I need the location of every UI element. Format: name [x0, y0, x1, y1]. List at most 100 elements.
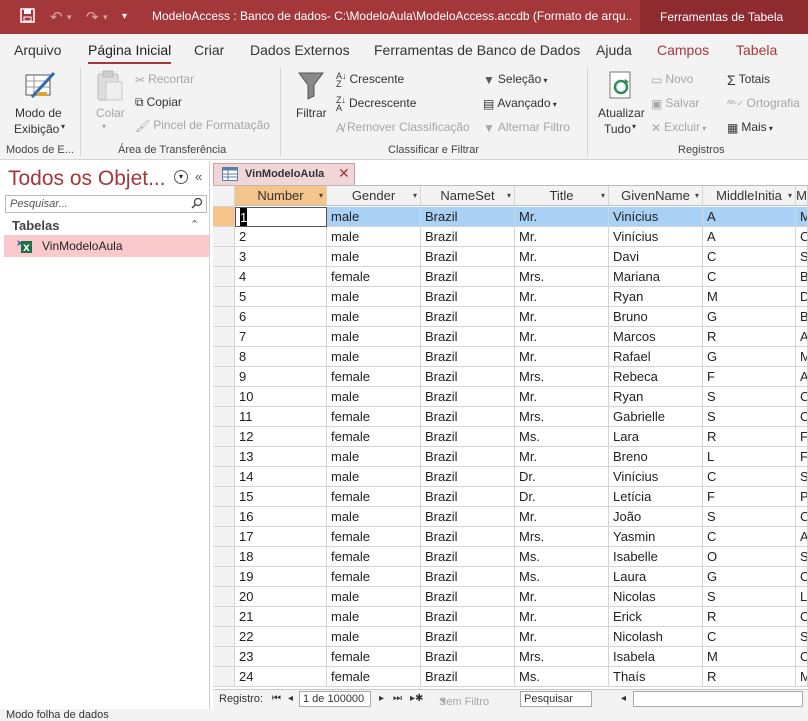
horizontal-scrollbar[interactable]: [633, 691, 803, 707]
nav-pane-menu-icon[interactable]: ▾: [174, 170, 188, 184]
table-cell[interactable]: 17: [235, 527, 327, 547]
table-cell[interactable]: 2: [235, 227, 327, 247]
delete-record-button[interactable]: ✕ Excluir ▾: [651, 120, 706, 135]
table-cell[interactable]: Marcos: [609, 327, 703, 347]
table-cell[interactable]: C: [703, 467, 796, 487]
table-cell[interactable]: Brazil: [421, 607, 515, 627]
table-cell[interactable]: C: [796, 507, 808, 527]
row-selector[interactable]: [213, 467, 235, 487]
table-cell[interactable]: Letícia: [609, 487, 703, 507]
table-cell[interactable]: 9: [235, 367, 327, 387]
table-cell[interactable]: C: [796, 647, 808, 667]
column-filter-dropdown-icon[interactable]: ▾: [695, 186, 699, 205]
table-cell[interactable]: S: [796, 547, 808, 567]
tab-ajuda[interactable]: Ajuda: [596, 42, 632, 58]
table-cell[interactable]: male: [327, 627, 421, 647]
refresh-all-label-2[interactable]: Tudo: [604, 122, 631, 136]
table-cell[interactable]: R: [703, 607, 796, 627]
table-cell[interactable]: male: [327, 247, 421, 267]
table-cell[interactable]: 7: [235, 327, 327, 347]
last-record-icon[interactable]: ⏭: [393, 693, 402, 704]
nav-pane-heading[interactable]: Todos os Objet...: [8, 167, 166, 191]
table-cell[interactable]: female: [327, 567, 421, 587]
table-cell[interactable]: 4: [235, 267, 327, 287]
table-cell[interactable]: male: [327, 447, 421, 467]
table-cell[interactable]: male: [327, 607, 421, 627]
table-cell[interactable]: female: [327, 527, 421, 547]
table-cell[interactable]: Brazil: [421, 427, 515, 447]
table-cell[interactable]: 11: [235, 407, 327, 427]
table-cell[interactable]: Mr.: [515, 327, 609, 347]
table-cell[interactable]: S: [703, 587, 796, 607]
toggle-filter-button[interactable]: ▼ Alternar Filtro: [483, 120, 570, 135]
paste-dropdown-icon[interactable]: ▾: [102, 122, 106, 131]
table-cell[interactable]: male: [327, 467, 421, 487]
copy-button[interactable]: ⧉ Copiar: [135, 95, 182, 110]
row-selector[interactable]: [213, 527, 235, 547]
table-cell[interactable]: Mr.: [515, 287, 609, 307]
table-cell[interactable]: Brazil: [421, 507, 515, 527]
row-selector[interactable]: [213, 287, 235, 307]
row-selector[interactable]: [213, 347, 235, 367]
table-cell[interactable]: F: [796, 427, 808, 447]
table-cell[interactable]: Brazil: [421, 487, 515, 507]
table-cell[interactable]: Mariana: [609, 267, 703, 287]
table-cell[interactable]: 22: [235, 627, 327, 647]
row-selector[interactable]: [213, 207, 235, 227]
table-cell[interactable]: Brazil: [421, 407, 515, 427]
table-cell[interactable]: P: [796, 487, 808, 507]
next-record-icon[interactable]: ▸: [379, 693, 384, 704]
table-cell[interactable]: A: [796, 327, 808, 347]
table-cell[interactable]: Ryan: [609, 387, 703, 407]
table-cell[interactable]: Brazil: [421, 307, 515, 327]
redo-icon[interactable]: ↷: [86, 8, 99, 26]
table-cell[interactable]: Mrs.: [515, 527, 609, 547]
table-cell[interactable]: male: [327, 307, 421, 327]
close-tab-icon[interactable]: ✕: [338, 165, 350, 182]
table-cell[interactable]: Brazil: [421, 367, 515, 387]
save-record-button[interactable]: ▣ Salvar: [651, 96, 699, 111]
table-cell[interactable]: R: [703, 427, 796, 447]
undo-dropdown-icon[interactable]: ▾: [67, 12, 72, 23]
table-cell[interactable]: Ryan: [609, 287, 703, 307]
table-cell[interactable]: Vinícius: [609, 467, 703, 487]
table-cell[interactable]: male: [327, 507, 421, 527]
new-record-button[interactable]: ▭ Novo: [651, 72, 693, 87]
table-cell[interactable]: Brazil: [421, 627, 515, 647]
refresh-dropdown-icon[interactable]: ▾: [632, 122, 636, 131]
table-cell[interactable]: Bruno: [609, 307, 703, 327]
table-cell[interactable]: Mr.: [515, 247, 609, 267]
view-mode-icon[interactable]: [24, 69, 56, 104]
table-cell[interactable]: Brazil: [421, 447, 515, 467]
advanced-button[interactable]: ▤ Avançado ▾: [483, 96, 557, 111]
sort-ascending-button[interactable]: A↓ Z Crescente: [336, 72, 404, 89]
tab-tabela[interactable]: Tabela: [736, 42, 777, 58]
record-position-field[interactable]: 1 de 100000: [299, 691, 371, 707]
table-cell[interactable]: male: [327, 227, 421, 247]
table-cell[interactable]: C: [796, 227, 808, 247]
table-cell[interactable]: Mr.: [515, 347, 609, 367]
table-cell[interactable]: Vinícius: [609, 227, 703, 247]
table-cell[interactable]: Gabrielle: [609, 407, 703, 427]
row-selector[interactable]: [213, 567, 235, 587]
table-cell[interactable]: Brazil: [421, 247, 515, 267]
table-cell[interactable]: Rafael: [609, 347, 703, 367]
table-cell[interactable]: 6: [235, 307, 327, 327]
table-cell[interactable]: R: [703, 667, 796, 687]
tab-ferramentas-banco-dados[interactable]: Ferramentas de Banco de Dados: [374, 42, 580, 58]
format-painter-button[interactable]: 🖌 Pincel de Formatação: [135, 118, 270, 133]
table-cell[interactable]: male: [327, 347, 421, 367]
table-cell[interactable]: B: [796, 307, 808, 327]
table-cell[interactable]: Brazil: [421, 207, 515, 227]
table-cell[interactable]: C: [796, 387, 808, 407]
tab-arquivo[interactable]: Arquivo: [14, 42, 61, 58]
table-cell[interactable]: 3: [235, 247, 327, 267]
table-cell[interactable]: F: [703, 487, 796, 507]
table-cell[interactable]: Isabelle: [609, 547, 703, 567]
table-cell[interactable]: Brazil: [421, 547, 515, 567]
view-mode-label-1[interactable]: Modo de: [15, 106, 62, 120]
table-cell[interactable]: Vinícius: [609, 207, 703, 227]
row-selector[interactable]: [213, 247, 235, 267]
table-cell[interactable]: C: [796, 607, 808, 627]
table-cell[interactable]: 14: [235, 467, 327, 487]
